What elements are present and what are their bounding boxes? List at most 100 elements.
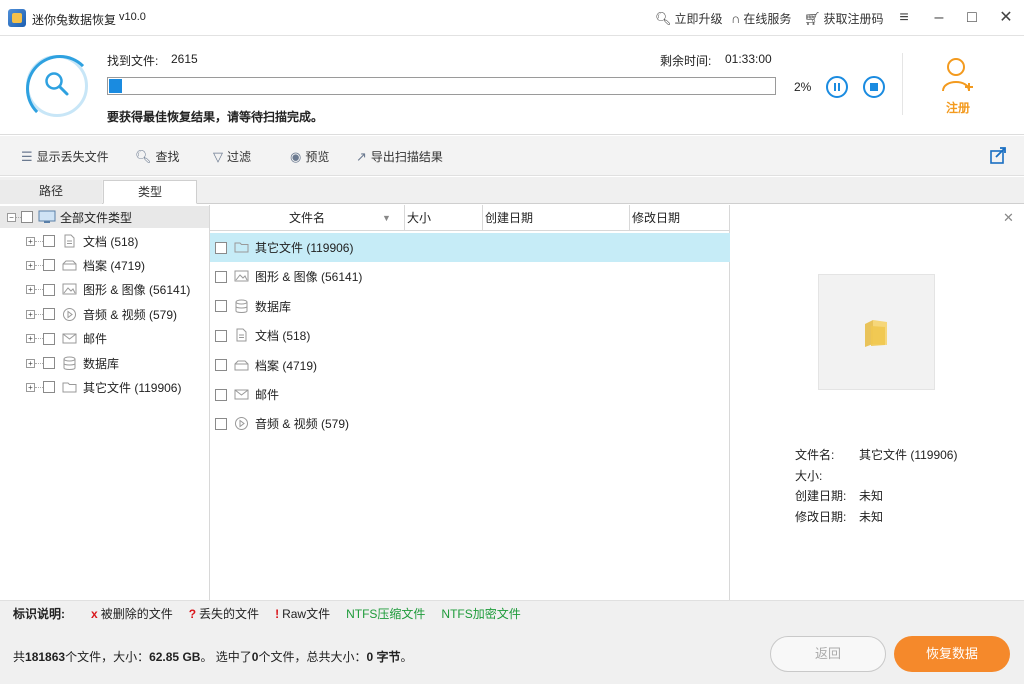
tree-item-checkbox[interactable] xyxy=(43,283,55,296)
column-name[interactable]: 文件名 ▼ xyxy=(210,205,405,231)
tree-item-checkbox[interactable] xyxy=(43,357,55,369)
list-item[interactable]: 邮件 xyxy=(210,380,730,409)
show-lost-files-button[interactable]: ☰ 显示丢失文件 xyxy=(21,148,109,165)
scan-progress-percent: 2% xyxy=(794,80,812,94)
list-item-label: 图形 & 图像 (56141) xyxy=(255,270,363,285)
tree-item-label: 数据库 xyxy=(83,356,120,371)
list-item[interactable]: 文档 (518) xyxy=(210,321,730,350)
tree-item[interactable]: + 档案 (4719) xyxy=(0,254,209,276)
image-icon xyxy=(234,270,249,282)
tree-item-checkbox[interactable] xyxy=(43,259,55,272)
list-item-checkbox[interactable] xyxy=(215,388,227,401)
tree-line xyxy=(35,264,43,266)
list-icon: ☰ xyxy=(21,148,33,164)
collapse-icon[interactable]: − xyxy=(7,212,16,222)
upgrade-link[interactable]: 🔍︎ 立即升级 xyxy=(655,10,723,27)
summary-selected-size: 0 字节 xyxy=(366,650,401,664)
list-item[interactable]: 音频 & 视频 (579) xyxy=(210,409,730,438)
expand-icon[interactable]: + xyxy=(26,260,35,270)
export-results-button[interactable]: ↗ 导出扫描结果 xyxy=(356,148,443,165)
tree-item[interactable]: + 其它文件 (119906) xyxy=(0,376,209,398)
list-item-checkbox[interactable] xyxy=(215,329,227,342)
maximize-icon[interactable]: □ xyxy=(962,8,982,28)
tree-item-checkbox[interactable] xyxy=(43,235,55,247)
get-code-label: 获取注册码 xyxy=(823,12,884,26)
scan-spinner xyxy=(26,55,94,123)
stop-button[interactable] xyxy=(863,76,885,98)
tree-item[interactable]: + 图形 & 图像 (56141) xyxy=(0,279,209,301)
column-modified[interactable]: 修改日期 xyxy=(630,205,730,231)
list-item-label: 其它文件 (119906) xyxy=(255,241,354,255)
list-item-checkbox[interactable] xyxy=(215,359,227,372)
filter-button[interactable]: ▽ 过滤 xyxy=(213,148,251,165)
computer-icon xyxy=(38,210,56,223)
pause-button[interactable] xyxy=(826,76,848,98)
close-icon[interactable]: ✕ xyxy=(996,8,1016,28)
file-list: 文件名 ▼ 大小 创建日期 修改日期 其它文件 (119906) 图形 & 图像 … xyxy=(210,205,730,600)
app-version: v10.0 xyxy=(119,11,146,23)
tree-item[interactable]: + 音频 & 视频 (579) xyxy=(0,303,209,325)
scan-hint: 要获得最佳恢复结果，请等待扫描完成。 xyxy=(107,110,324,124)
eye-icon: ◉ xyxy=(290,148,302,164)
preview-thumbnail xyxy=(818,274,935,390)
register-button[interactable]: 注册 xyxy=(932,57,984,117)
mail-icon xyxy=(62,333,77,344)
preview-close-icon[interactable]: ✕ xyxy=(1003,210,1014,226)
tree-item[interactable]: + 邮件 xyxy=(0,328,209,350)
tree-line xyxy=(35,289,43,291)
status-bar: 共181863个文件，大小：62.85 GB。 选中了0个文件，总共大小：0 字… xyxy=(0,626,1024,684)
tree-root[interactable]: − 全部文件类型 xyxy=(0,206,209,228)
legend-raw: ! Raw文件 xyxy=(275,605,330,622)
expand-icon[interactable]: + xyxy=(26,382,35,392)
find-button[interactable]: 🔍︎ 查找 xyxy=(135,148,180,165)
list-item-checkbox[interactable] xyxy=(215,300,227,313)
export-icon: ↗ xyxy=(356,148,367,164)
tree-item-checkbox[interactable] xyxy=(43,381,55,394)
tree-item-label: 其它文件 (119906) xyxy=(83,380,182,395)
expand-icon[interactable]: + xyxy=(26,236,35,246)
archive-icon xyxy=(62,260,77,271)
legend-raw-label: Raw文件 xyxy=(282,607,331,621)
share-icon[interactable] xyxy=(990,146,1008,164)
recover-button[interactable]: 恢复数据 xyxy=(894,636,1010,672)
list-item[interactable]: 其它文件 (119906) xyxy=(210,233,730,262)
summary-files-unit: 个文件，大小： xyxy=(65,650,150,664)
preview-name-label: 文件名: xyxy=(795,448,835,462)
tree-item[interactable]: + 数据库 xyxy=(0,352,209,374)
remaining-time-value: 01:33:00 xyxy=(725,52,772,66)
minimize-icon[interactable]: – xyxy=(929,8,949,28)
cart-icon: 🛒︎ xyxy=(804,10,821,26)
tab-path[interactable]: 路径 xyxy=(0,180,102,204)
list-item-label: 数据库 xyxy=(255,299,292,314)
tree-item-checkbox[interactable] xyxy=(43,332,55,345)
preview-pane: ✕ 文件名: 其它文件 (119906) 大小: 创建日期: 未知 修改日期: … xyxy=(731,205,1024,600)
list-item[interactable]: 图形 & 图像 (56141) xyxy=(210,262,730,291)
media-icon xyxy=(63,307,76,321)
tab-type[interactable]: 类型 xyxy=(103,180,197,204)
tree-item-checkbox[interactable] xyxy=(43,308,55,321)
list-item-checkbox[interactable] xyxy=(215,241,227,254)
expand-icon[interactable]: + xyxy=(26,285,35,295)
preview-modified-label: 修改日期: xyxy=(795,510,847,524)
list-item-checkbox[interactable] xyxy=(215,417,227,430)
filter-label: 过滤 xyxy=(227,150,252,164)
column-size[interactable]: 大小 xyxy=(405,205,483,231)
list-item[interactable]: 档案 (4719) xyxy=(210,351,730,380)
back-button[interactable]: 返回 xyxy=(770,636,886,672)
expand-icon[interactable]: + xyxy=(26,358,35,368)
online-service-link[interactable]: ∩ 在线服务 xyxy=(731,10,791,27)
menu-icon[interactable]: ≡ xyxy=(894,8,914,28)
summary-selected-mid: 个文件，总共大小： xyxy=(258,650,367,664)
column-created[interactable]: 创建日期 xyxy=(483,205,630,231)
tree-item[interactable]: + 文档 (518) xyxy=(0,230,209,252)
preview-button[interactable]: ◉ 预览 xyxy=(290,148,329,165)
list-item-checkbox[interactable] xyxy=(215,270,227,283)
tree-root-checkbox[interactable] xyxy=(21,211,33,223)
get-code-link[interactable]: 🛒︎ 获取注册码 xyxy=(804,10,884,27)
user-add-icon xyxy=(942,58,973,92)
lost-mark-icon: ? xyxy=(188,606,197,621)
list-item[interactable]: 数据库 xyxy=(210,292,730,321)
tree-line xyxy=(35,338,43,340)
expand-icon[interactable]: + xyxy=(26,309,35,319)
expand-icon[interactable]: + xyxy=(26,334,35,344)
